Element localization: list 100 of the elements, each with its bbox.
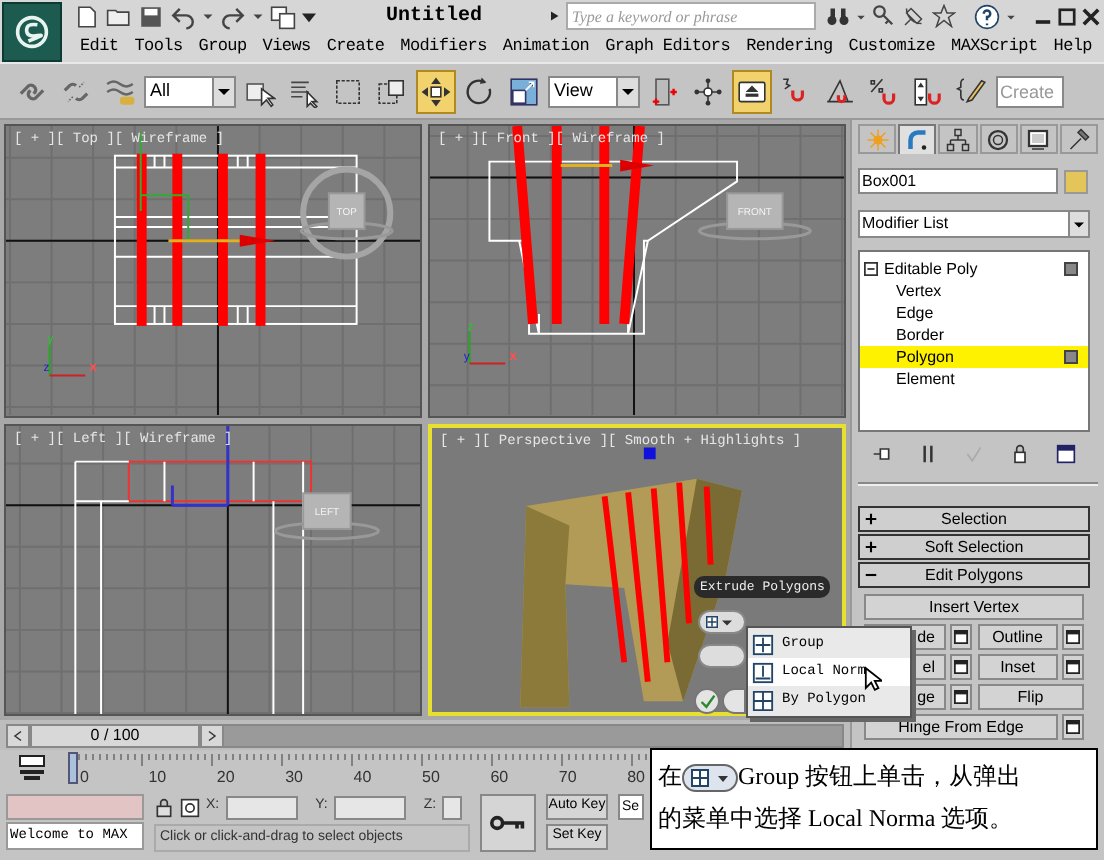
settings-button[interactable] [949,684,971,710]
key-mode-button[interactable] [480,794,536,852]
menu-item[interactable]: Edit [80,34,119,60]
help-icon [974,3,1000,29]
save-icon [138,3,164,29]
caret-icon [218,85,230,97]
apply-button[interactable] [722,688,746,714]
frame-number: 30 [285,766,303,790]
rollout-header[interactable]: Soft Selection [858,534,1090,560]
pin-icon [871,444,892,464]
toggle-icon[interactable] [1064,262,1078,276]
project-folder-icon [270,3,296,29]
modifier-list-dropdown[interactable]: Modifier List [858,210,1090,238]
caret-icon [202,10,214,22]
settings-button[interactable] [1062,714,1084,740]
keyboard-shortcut-tool[interactable] [732,69,772,113]
swirl-icon [13,13,49,49]
tree-toggle-icon[interactable] [864,262,878,276]
frame-indicator[interactable] [68,752,78,784]
extrude-type-button[interactable] [698,610,746,634]
spinner-snap-icon [912,75,944,107]
move-tool[interactable] [416,69,456,113]
settings-button[interactable] [949,624,971,650]
object-color-swatch[interactable] [1064,169,1088,193]
tool-button[interactable]: Flip [977,684,1084,710]
stack-sub-item[interactable]: Element [860,368,1088,390]
settings-button[interactable] [1062,654,1084,680]
modify-tab[interactable] [898,124,937,154]
check-icon [963,444,984,464]
star-icon [932,4,956,28]
dropdown[interactable]: View [548,75,640,107]
menu-item[interactable]: Graph Editors [605,34,731,60]
object-name-field[interactable]: Box001 [858,168,1058,194]
group-button-icon [682,763,738,791]
viewcube-ring [300,166,394,260]
tool-button[interactable]: Inset [977,654,1058,680]
window-title: Untitled [386,3,483,31]
utilities-tab[interactable] [1059,124,1099,154]
stack-sub-item[interactable]: Border [860,324,1088,346]
caret-icon [252,10,264,22]
stack-sub-item[interactable]: Vertex [860,280,1088,302]
stack-sub-item[interactable]: Polygon [860,346,1088,368]
undo-icon [170,3,196,29]
cursor-icon [864,666,882,692]
menu-item[interactable]: Customize [848,34,936,60]
new-file-icon [74,3,100,29]
hierarchy-tab[interactable] [938,124,978,154]
callout-text: Group 按钮上单击，从弹出 [738,760,1022,794]
rollout-header[interactable]: Edit Polygons [858,562,1090,588]
motion-tab[interactable] [979,124,1018,154]
caret-icon [1006,11,1016,21]
frame-number: 0 [80,766,89,790]
app-logo[interactable] [1,1,61,61]
menu-item[interactable]: Create [326,34,385,60]
pivot-icon [648,75,680,107]
search-field[interactable]: Type a keyword or phrase [566,2,816,30]
redo-icon [220,3,246,29]
move-icon [420,75,452,107]
dropdown[interactable]: All [144,75,236,107]
menu-item[interactable]: Tools [134,34,183,60]
frame-number: 70 [558,766,577,790]
tool-button[interactable]: Insert Vertex [864,594,1084,620]
grid-icon [752,633,774,655]
key-icon [490,814,526,832]
menu-item[interactable]: MAXScript [951,34,1038,60]
binoculars-icon [826,4,850,28]
time-slider-thumb[interactable]: 0 / 100 [30,723,200,747]
menu-item[interactable]: Animation [502,34,590,60]
coordinate-field[interactable] [333,795,406,819]
tool-button[interactable]: Hinge From Edge [864,714,1058,740]
caret-icon [622,85,634,97]
settings-button[interactable] [1062,624,1084,650]
previous-frame-button[interactable] [6,723,30,747]
tool-button[interactable]: Outline [977,624,1058,650]
lock-icon [1010,444,1031,464]
circle-target-icon [986,127,1011,151]
maximize-icon [1058,7,1076,25]
show-end-result-icon [917,444,938,464]
caret-icon [302,9,316,23]
key-icon [872,4,896,28]
height-spinner-button[interactable] [698,644,746,668]
menu-item[interactable]: Group [198,34,247,60]
rollout-header[interactable]: Selection [858,506,1090,532]
menu-item[interactable]: Help [1053,34,1092,60]
four-squares-icon [752,689,774,711]
menu-item[interactable]: Views [262,34,311,60]
stack-sub-item[interactable]: Edge [860,302,1088,324]
window-icon [953,630,967,644]
coordinate-field[interactable] [442,795,463,819]
stack-item[interactable]: Editable Poly [884,257,1058,281]
named-selection-field[interactable]: Create [996,75,1064,107]
settings-button[interactable] [949,654,971,680]
window-icon [953,690,967,704]
menu-item[interactable]: Modifiers [400,34,487,60]
mini-curve-editor-icon[interactable] [16,754,48,782]
menu-item[interactable]: Rendering [746,34,833,60]
coordinate-field[interactable] [225,795,298,819]
next-frame-button[interactable] [200,723,224,747]
display-tab[interactable] [1019,124,1058,154]
dashed-rectangle-icon [332,75,364,107]
